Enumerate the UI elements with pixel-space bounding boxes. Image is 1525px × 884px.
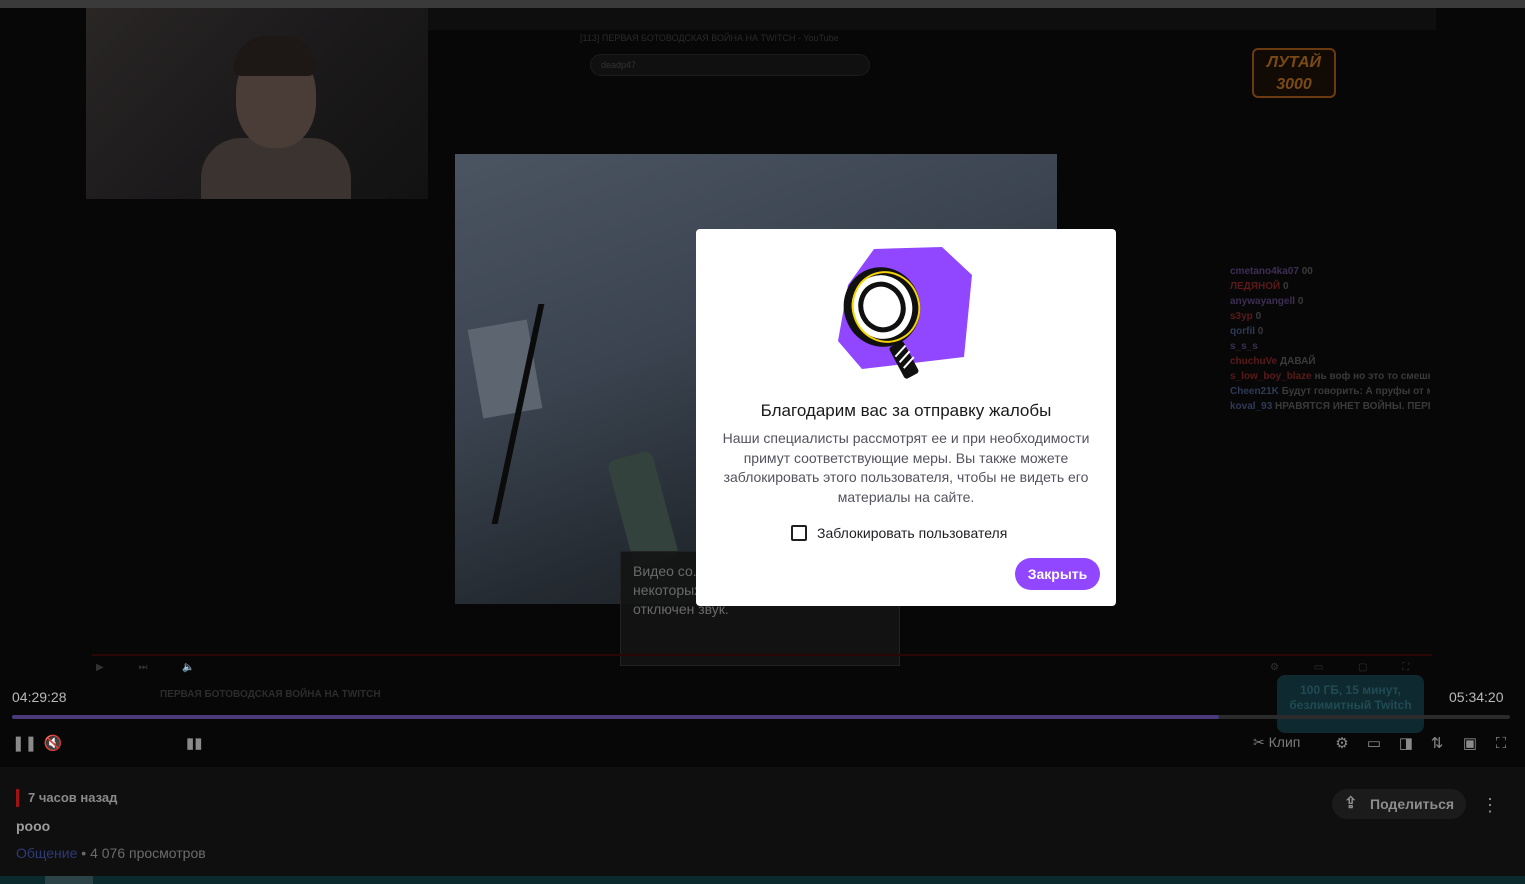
magnifier-icon (838, 247, 972, 379)
vertical-dots-icon[interactable]: ⋮ (1480, 793, 1500, 817)
chat-message: koval_93 НРАВЯТСЯ ИНЕТ ВОЙНЫ. ПЕРЕСТРЕЛК… (1230, 399, 1430, 414)
chat-message: s3yp 0 (1230, 309, 1430, 324)
swap-icon[interactable]: ⇅ (1428, 734, 1446, 754)
promo-card: 100 ГБ, 15 минут, безлимитный Twitch (1277, 675, 1424, 733)
close-button[interactable]: Закрыть (1015, 558, 1100, 590)
stream-title: рооо (16, 818, 51, 834)
chat-message: s_low_boy_blaze нь воф но это то смешно … (1230, 369, 1430, 384)
top-bar (0, 0, 1525, 8)
inner-progress-bar (92, 654, 1432, 656)
volume-muted-icon[interactable]: 🔇 (42, 734, 64, 754)
chat-username: chuchuVe (1230, 356, 1281, 367)
theatre-mode-icon[interactable]: ▭ (1363, 734, 1385, 754)
inner-window-title: [113] ПЕРВАЯ БОТОВОДСКАЯ ВОЙНА НА TWITCH… (580, 33, 839, 43)
clip-button[interactable]: ✂ Клип (1253, 734, 1300, 751)
sidebar-toggle-icon[interactable]: ◨ (1397, 734, 1415, 754)
stream-banner: ЛУТАЙ 3000 (1252, 48, 1336, 98)
inner-search-box: deadp47 (590, 54, 870, 76)
share-icon: ⇪ (1344, 795, 1358, 812)
inner-chat: cmetano4ka07 00 ЛЕДЯНОЙ 0 anywayangell 0 s3… (1230, 264, 1430, 414)
chat-username: cmetano4ka07 (1230, 266, 1302, 277)
bottom-strip-segment (45, 876, 93, 884)
dialog-body: Наши специалисты рассмотрят ее и при нео… (722, 430, 1090, 505)
category-link[interactable]: Общение (16, 845, 77, 861)
clip-label: Клип (1268, 734, 1301, 750)
chat-username: s_low_boy_blaze (1230, 371, 1315, 382)
chat-username: s3yp (1230, 311, 1256, 322)
seek-bar-fill (12, 715, 1220, 719)
seek-bar[interactable] (12, 715, 1510, 719)
chat-message: chuchuVe ДАВАЙ (1230, 354, 1430, 369)
chat-username: ЛЕДЯНОЙ (1230, 281, 1283, 292)
chat-text: НРАВЯТСЯ ИНЕТ ВОЙНЫ. ПЕРЕСТРЕЛКА КАКАШКА… (1275, 401, 1430, 412)
share-label: Поделиться (1370, 796, 1455, 812)
share-button[interactable]: ⇪ Поделиться (1332, 789, 1466, 819)
chat-username: s_s_s (1230, 341, 1258, 352)
picture-in-picture-icon[interactable]: ▣ (1461, 734, 1479, 754)
dialog-title: Благодарим вас за отправку жалобы (760, 401, 1052, 420)
chat-message: qorfil 0 (1230, 324, 1430, 339)
webcam-hair (234, 36, 316, 76)
chat-text: 0 (1255, 311, 1262, 322)
chat-text: ДАВАЙ (1280, 356, 1316, 367)
chat-text: 0 (1297, 296, 1304, 307)
banner-line-1: ЛУТАЙ (1266, 54, 1322, 71)
chat-username: Cheen21K (1230, 386, 1282, 397)
chat-username: anywayangell (1230, 296, 1298, 307)
waveform-icon[interactable]: ▮▮ (186, 734, 203, 754)
inner-controls: ▶ ⏭ 🔈 (96, 662, 211, 673)
gear-icon[interactable]: ⚙ (1333, 734, 1351, 754)
report-thanks-dialog: Благодарим вас за отправку жалобы Наши с… (696, 229, 1116, 606)
chat-username: koval_93 (1230, 401, 1276, 412)
page-root: [113] ПЕРВАЯ БОТОВОДСКАЯ ВОЙНА НА TWITCH… (0, 0, 1525, 884)
clip-icon: ✂ (1253, 734, 1269, 750)
chat-message: cmetano4ka07 00 (1230, 264, 1430, 279)
fullscreen-icon[interactable]: ⛶ (1492, 734, 1510, 754)
inner-right-controls: ⚙ ▭ ▢ ⛶ (1270, 662, 1426, 673)
block-user-option[interactable]: Заблокировать пользователя (791, 523, 1007, 543)
streamer-webcam (86, 8, 428, 199)
stream-meta: Общение • 4 076 просмотров (16, 845, 206, 861)
chat-message: ЛЕДЯНОЙ 0 (1230, 279, 1430, 294)
pause-icon[interactable]: ❚❚ (12, 734, 37, 754)
stream-age: 7 часов назад (16, 789, 117, 807)
chat-message: anywayangell 0 (1230, 294, 1430, 309)
total-time: 05:34:20 (1449, 689, 1504, 705)
bottom-strip (0, 876, 1525, 884)
inner-stream-title: ПЕРВАЯ БОТОВОДСКАЯ ВОЙНА НА TWITCH (160, 689, 381, 700)
chat-message: s_s_s (1230, 339, 1430, 354)
chat-username: qorfil (1230, 326, 1258, 337)
chat-text: 0 (1282, 281, 1289, 292)
chat-text: 0 (1257, 326, 1264, 337)
block-user-label[interactable]: Заблокировать пользователя (817, 525, 1007, 541)
current-time: 04:29:28 (12, 689, 67, 705)
chat-message: Cheen21K Будут говорить: А пруфы от мамы… (1230, 384, 1430, 399)
chat-text: 00 (1301, 266, 1313, 277)
banner-line-2: 3000 (1276, 76, 1312, 93)
stream-info-panel: 7 часов назад рооо Общение • 4 076 просм… (0, 767, 1525, 884)
block-user-checkbox[interactable] (791, 525, 807, 541)
chat-text: Будут говорить: А пруфы от мамы будут? (1281, 386, 1430, 397)
chat-text: нь воф но это то смешно правда (1314, 371, 1430, 382)
view-count: • 4 076 просмотров (77, 845, 206, 861)
